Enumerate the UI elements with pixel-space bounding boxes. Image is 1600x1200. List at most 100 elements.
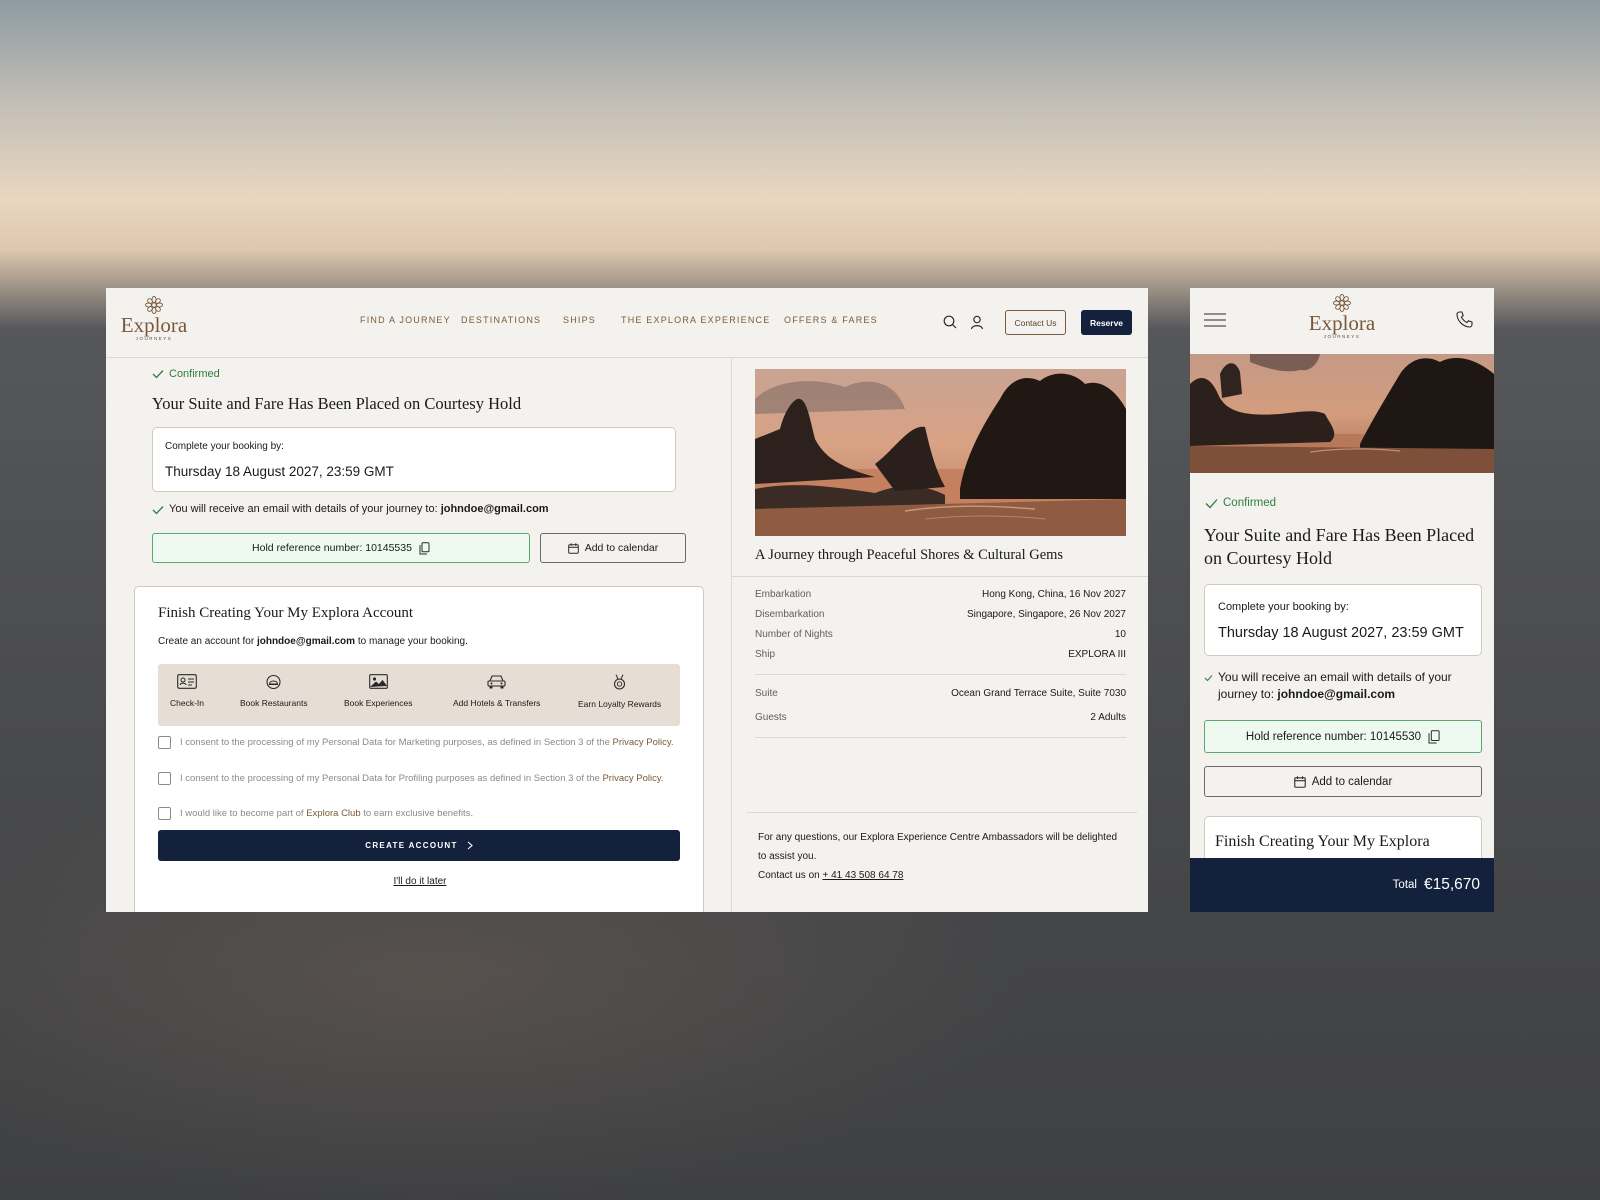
hold-reference-button[interactable]: Hold reference number: 10145535: [152, 533, 530, 563]
detail-value: EXPLORA III: [1068, 649, 1126, 660]
reserve-button[interactable]: Reserve: [1081, 310, 1132, 335]
check-icon: [1205, 498, 1218, 508]
lotus-logo-icon: [145, 296, 163, 314]
image-icon: [368, 674, 388, 689]
hold-reference-button[interactable]: Hold reference number: 10145530: [1204, 720, 1482, 753]
detail-ship: Ship EXPLORA III: [755, 649, 1126, 660]
hold-reference-label: Hold reference number: 10145535: [252, 542, 412, 554]
karst-bay-illustration: [1190, 354, 1494, 473]
privacy-policy-link[interactable]: Privacy Policy.: [613, 737, 674, 748]
benefit-check-in: Check-In: [170, 674, 204, 708]
consent-club-checkbox[interactable]: [158, 807, 171, 820]
detail-value: Singapore, Singapore, 26 Nov 2027: [966, 609, 1126, 620]
consent-club-suffix: to earn exclusive benefits.: [363, 808, 474, 819]
page-title: Your Suite and Fare Has Been Placed on C…: [1204, 525, 1475, 568]
total-label: Total: [1392, 879, 1417, 891]
create-account-label: CREATE ACCOUNT: [365, 841, 458, 850]
account-benefits: Check-In Book Restaurants Book Experienc…: [158, 664, 680, 726]
email-address: johndoe@gmail.com: [1277, 687, 1396, 701]
benefit-label: Book Experiences: [344, 698, 413, 708]
journey-title: A Journey through Peaceful Shores & Cult…: [755, 547, 1064, 563]
do-it-later-link[interactable]: I'll do it later: [393, 876, 446, 887]
add-to-calendar-button[interactable]: Add to calendar: [540, 533, 686, 563]
check-icon: [152, 370, 164, 379]
user-icon[interactable]: [969, 314, 985, 330]
detail-value: Hong Kong, China, 16 Nov 2027: [982, 589, 1126, 600]
deadline-label: Complete your booking by:: [1218, 601, 1349, 613]
calendar-icon: [1293, 775, 1306, 788]
page-title: Your Suite and Fare Has Been Placed on C…: [152, 394, 522, 413]
detail-suite: Suite Ocean Grand Terrace Suite, Suite 7…: [755, 688, 1126, 699]
karst-bay-illustration: [755, 369, 1126, 536]
detail-label: Number of Nights: [755, 629, 833, 640]
help-phone-link[interactable]: + 41 43 508 64 78: [823, 870, 904, 881]
contact-us-button[interactable]: Contact Us: [1005, 310, 1066, 335]
consent-profiling-checkbox[interactable]: [158, 772, 171, 785]
brand-logo[interactable]: Explora JOURNEYS: [120, 296, 188, 341]
benefit-add-hotels-transfers: Add Hotels & Transfers: [453, 674, 540, 708]
help-line: For any questions, our Explora Experienc…: [758, 832, 1118, 862]
consent-profiling: I consent to the processing of my Person…: [158, 771, 680, 786]
hold-reference-label: Hold reference number: 10145530: [1245, 730, 1422, 743]
booking-deadline-box: Complete your booking by: Thursday 18 Au…: [1204, 584, 1482, 656]
consent-marketing-text: I consent to the processing of my Person…: [180, 737, 610, 748]
mobile-header: Explora JOURNEYS: [1190, 288, 1494, 354]
nav-destinations[interactable]: DESTINATIONS: [461, 315, 541, 325]
detail-nights: Number of Nights 10: [755, 629, 1126, 640]
column-divider: [731, 358, 732, 912]
benefit-label: Add Hotels & Transfers: [453, 698, 541, 708]
divider: [755, 737, 1126, 738]
account-subtitle-email: johndoe@gmail.com: [256, 636, 356, 647]
help-contact-prefix: Contact us on: [758, 870, 820, 881]
total-bar: Total €15,670: [1190, 858, 1494, 912]
detail-label: Suite: [755, 688, 778, 699]
menu-icon[interactable]: [1204, 313, 1226, 327]
divider: [755, 674, 1126, 675]
benefit-label: Check-In: [170, 698, 205, 708]
car-icon: [487, 675, 506, 689]
nav-ships[interactable]: SHIPS: [563, 315, 596, 325]
booking-deadline-box: Complete your booking by: Thursday 18 Au…: [152, 427, 676, 492]
explora-club-link[interactable]: Explora Club: [306, 808, 360, 819]
add-to-calendar-label: Add to calendar: [1311, 775, 1393, 788]
phone-icon[interactable]: [1456, 311, 1473, 328]
detail-value: Ocean Grand Terrace Suite, Suite 7030: [951, 688, 1126, 699]
total-value: €15,670: [1423, 876, 1480, 893]
nav-offers-fares[interactable]: OFFERS & FARES: [784, 315, 878, 325]
search-icon[interactable]: [942, 314, 958, 330]
consent-marketing: I consent to the processing of my Person…: [158, 735, 680, 750]
add-to-calendar-button[interactable]: Add to calendar: [1204, 766, 1482, 797]
detail-label: Embarkation: [755, 589, 812, 600]
email-address: johndoe@gmail.com: [440, 503, 549, 515]
detail-label: Ship: [755, 649, 776, 660]
detail-label: Guests: [755, 712, 787, 723]
brand-name: Explora: [1308, 311, 1376, 335]
email-notice-text: You will receive an email with details o…: [169, 503, 438, 515]
detail-value: 10: [1114, 629, 1126, 640]
create-account-card: Finish Creating Your My Explora Account …: [134, 586, 704, 912]
confirmed-label: Confirmed: [169, 368, 220, 380]
nav-explora-experience[interactable]: THE EXPLORA EXPERIENCE: [621, 315, 770, 325]
benefit-earn-loyalty-rewards: Earn Loyalty Rewards: [578, 674, 661, 709]
brand-logo[interactable]: Explora JOURNEYS: [1305, 294, 1379, 339]
nav-find-a-journey[interactable]: FIND A JOURNEY: [360, 315, 451, 325]
benefit-label: Book Restaurants: [240, 698, 308, 708]
check-icon: [152, 506, 164, 515]
consent-club-prefix: I would like to become part of: [180, 808, 304, 819]
check-icon: [1204, 675, 1213, 682]
mobile-frame: Explora JOURNEYS Confirmed Your Suite an…: [1190, 288, 1494, 912]
detail-label: Disembarkation: [755, 609, 825, 620]
benefit-book-restaurants: Book Restaurants: [240, 674, 308, 708]
privacy-policy-link[interactable]: Privacy Policy.: [602, 773, 663, 784]
copy-icon[interactable]: [1428, 729, 1440, 744]
benefit-book-experiences: Book Experiences: [344, 674, 413, 708]
account-title: Finish Creating Your My Explora: [1215, 833, 1430, 850]
create-account-button[interactable]: CREATE ACCOUNT: [158, 830, 680, 861]
account-subtitle-suffix: to manage your booking.: [357, 636, 468, 647]
copy-icon[interactable]: [419, 541, 430, 555]
journey-hero-image: [1190, 354, 1494, 473]
brand-name: Explora: [120, 313, 188, 337]
benefit-label: Earn Loyalty Rewards: [578, 699, 662, 709]
consent-marketing-checkbox[interactable]: [158, 736, 171, 749]
deadline-value: Thursday 18 August 2027, 23:59 GMT: [1218, 625, 1464, 641]
